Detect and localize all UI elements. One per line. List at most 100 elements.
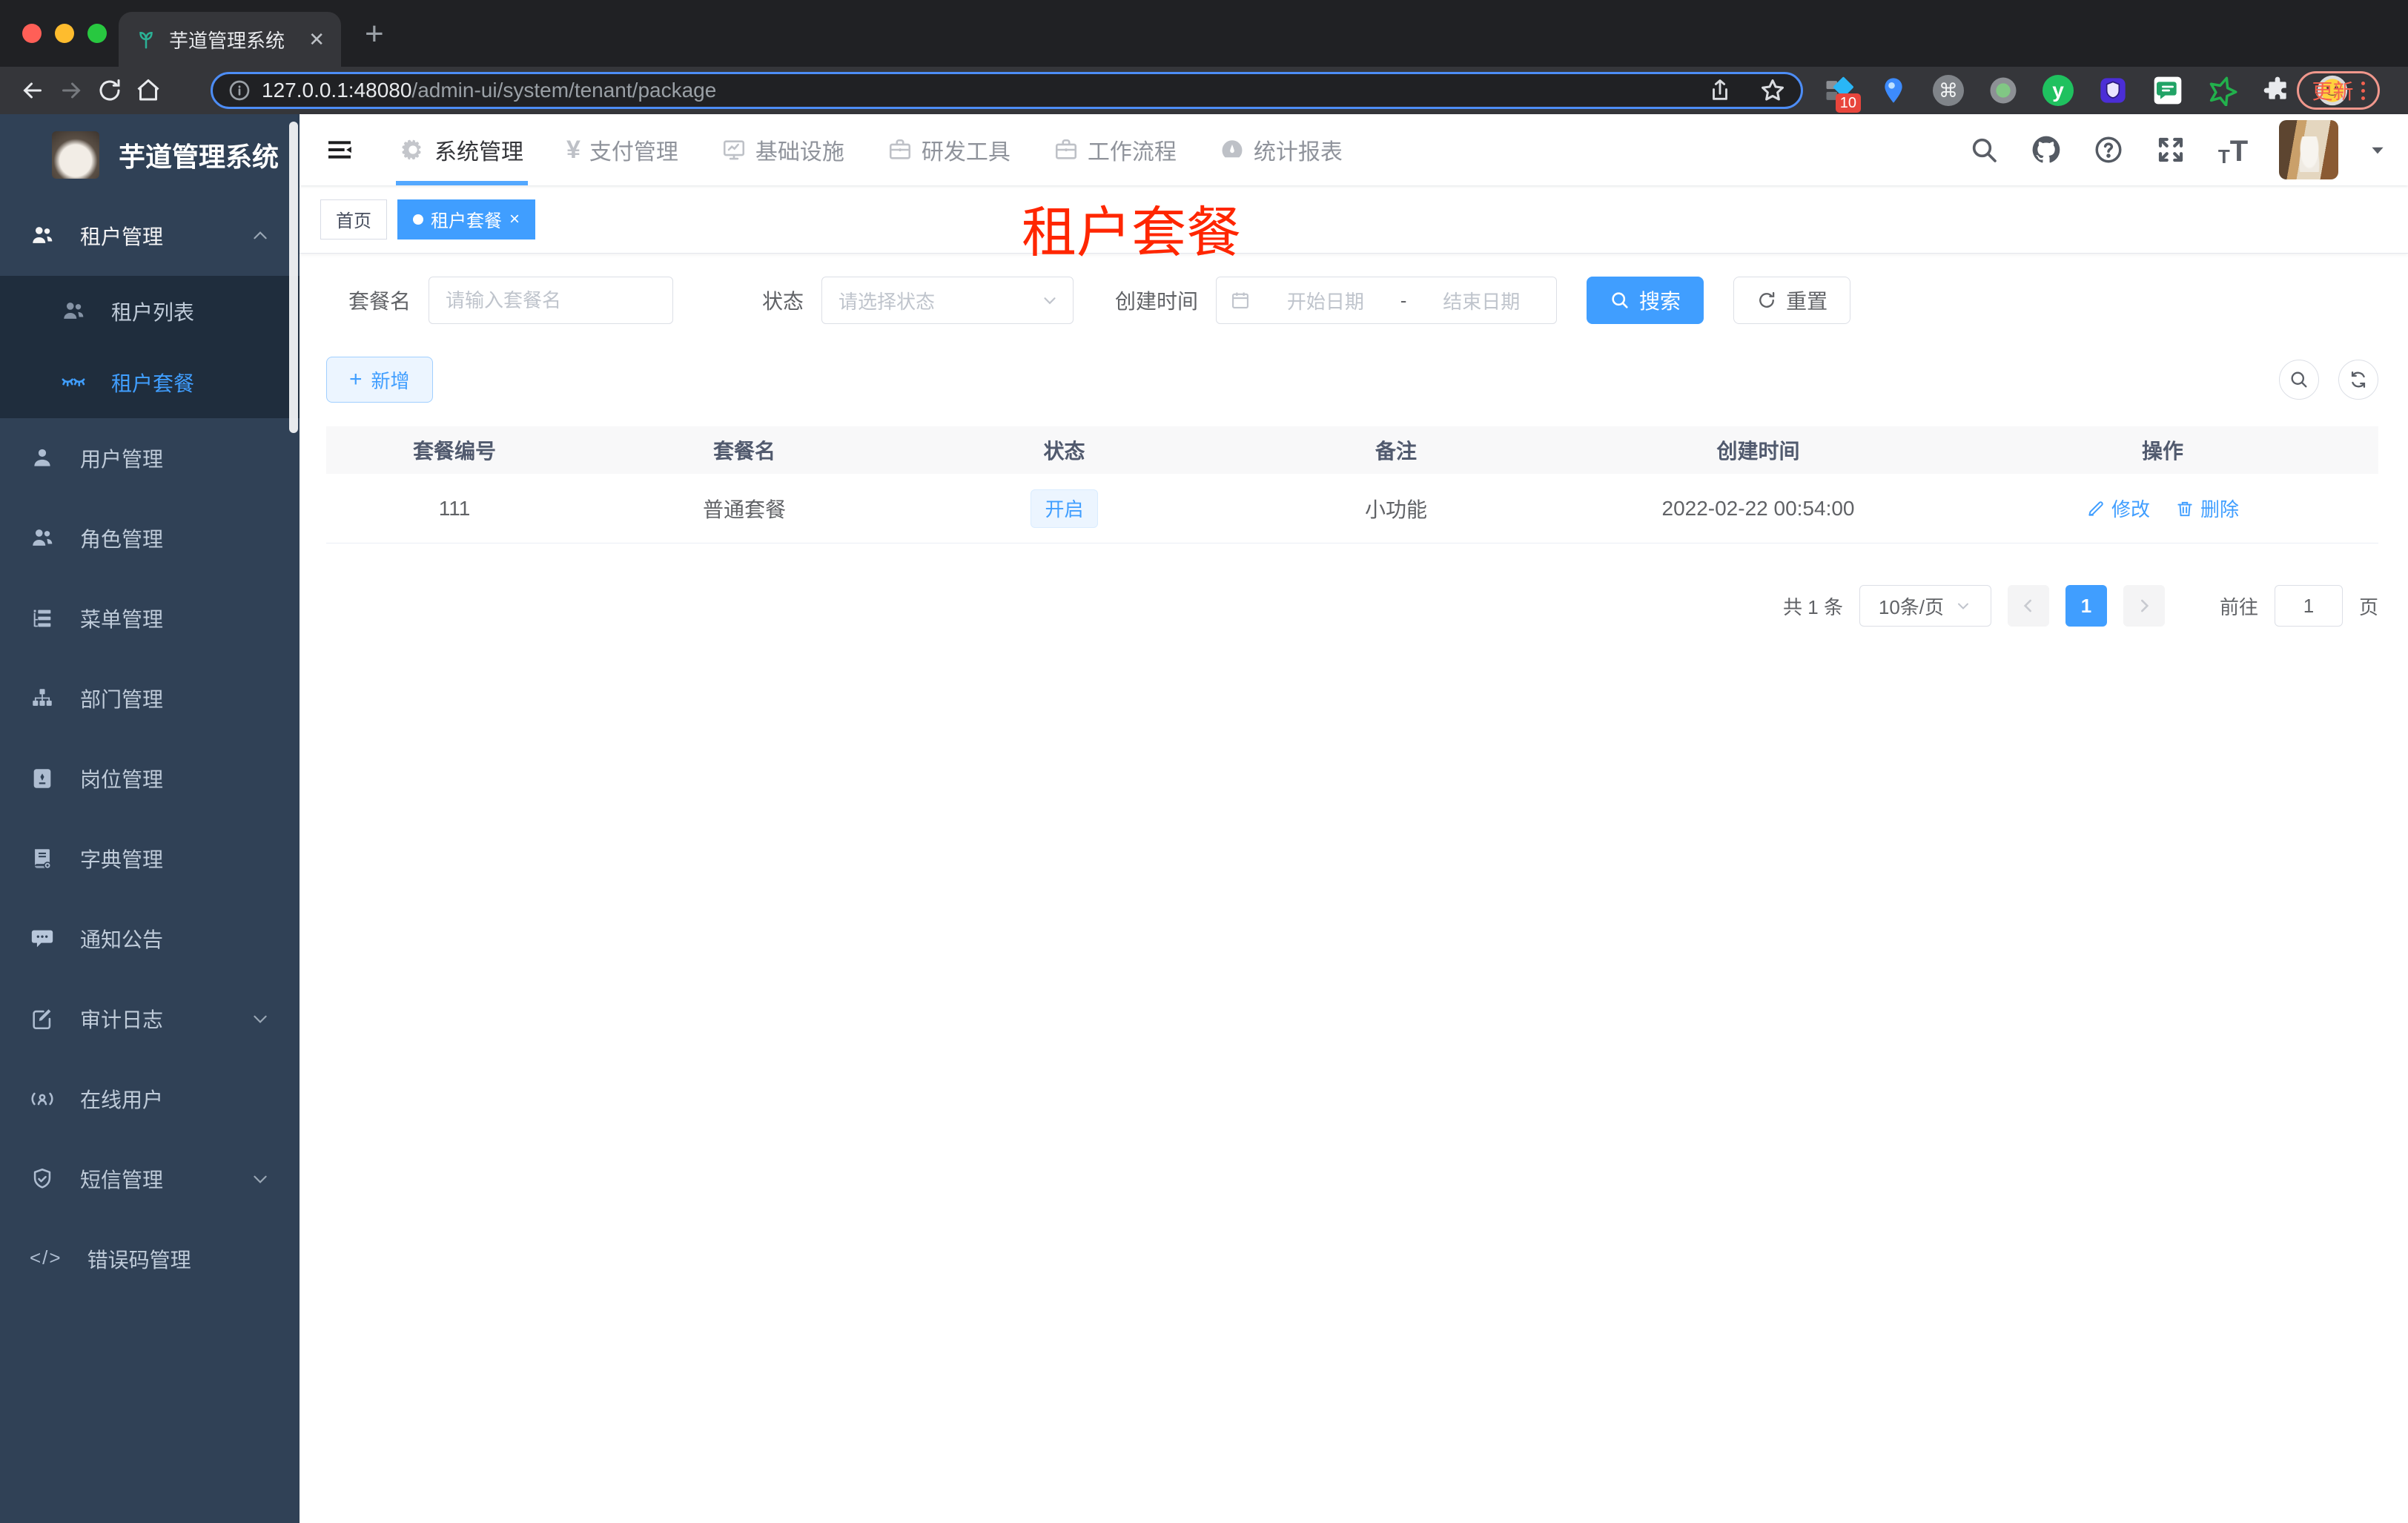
github-icon[interactable] xyxy=(2030,133,2063,166)
address-bar[interactable]: 127.0.0.1:48080/admin-ui/system/tenant/p… xyxy=(211,72,1803,109)
help-icon[interactable] xyxy=(2092,133,2125,166)
table-header-row: 套餐编号 套餐名 状态 备注 创建时间 操作 xyxy=(326,426,2378,474)
edit-link-label: 修改 xyxy=(2111,498,2150,521)
goto-page-input[interactable] xyxy=(2274,585,2343,627)
chevron-down-icon xyxy=(254,1015,267,1023)
extension-purple-shield-icon[interactable] xyxy=(2097,74,2129,107)
search-icon xyxy=(1612,292,1628,308)
nav-item-workflow[interactable]: 工作流程 xyxy=(1054,114,1177,185)
extension-green-star-icon[interactable] xyxy=(2206,74,2239,107)
back-button[interactable] xyxy=(13,71,52,110)
minimize-window-button[interactable] xyxy=(55,24,74,43)
url-host: 127.0.0.1:48080 xyxy=(262,79,412,102)
sidebar-item-tenant-package[interactable]: 租户套餐 xyxy=(0,347,300,418)
post-badge-icon xyxy=(33,769,51,788)
sidebar-item-online-users[interactable]: 在线用户 xyxy=(0,1059,300,1139)
page-size-select[interactable]: 10条/页 xyxy=(1859,585,1991,627)
sidebar-fold-icon[interactable] xyxy=(320,131,359,169)
sidebar-item-label: 字典管理 xyxy=(80,848,164,871)
nav-item-reports[interactable]: 统计报表 xyxy=(1220,114,1343,185)
nav-item-payment[interactable]: ¥ 支付管理 xyxy=(566,114,678,185)
sidebar-item-notice[interactable]: 通知公告 xyxy=(0,899,300,979)
close-window-button[interactable] xyxy=(22,24,42,43)
logo-rabbit-image xyxy=(52,131,99,179)
header-search-icon[interactable] xyxy=(1968,133,2000,166)
fullscreen-icon[interactable] xyxy=(2154,133,2187,166)
tag-label: 租户套餐 xyxy=(431,211,502,231)
status-select[interactable]: 请选择状态 xyxy=(821,277,1074,324)
delete-link[interactable]: 删除 xyxy=(2175,495,2239,522)
update-label: 更新 xyxy=(2312,80,2354,103)
extensions-row: 10 ⌘ y xyxy=(1822,71,2349,113)
nav-item-devtools[interactable]: 研发工具 xyxy=(887,114,1010,185)
zoom-window-button[interactable] xyxy=(87,24,107,43)
sidebar-scrollbar-thumb[interactable] xyxy=(289,122,298,433)
extension-y-icon[interactable]: y xyxy=(2042,74,2074,107)
sidebar-item-tenant-mgmt[interactable]: 租户管理 xyxy=(0,196,300,276)
add-button[interactable]: + 新增 xyxy=(326,357,433,403)
toolbox-icon xyxy=(1055,139,1076,159)
current-page-button[interactable]: 1 xyxy=(2065,585,2107,627)
sidebar-item-label: 租户套餐 xyxy=(111,372,195,395)
sidebar-item-dept-mgmt[interactable]: 部门管理 xyxy=(0,658,300,739)
sidebar-item-role-mgmt[interactable]: 角色管理 xyxy=(0,498,300,578)
prev-page-button[interactable] xyxy=(2007,585,2049,627)
sidebar-item-error-code[interactable]: </> 错误码管理 xyxy=(0,1219,300,1299)
browser-menu-icon[interactable] xyxy=(2361,81,2365,100)
home-button[interactable] xyxy=(129,71,168,110)
cell-create-time: 2022-02-22 00:54:00 xyxy=(1661,496,1855,520)
nav-item-infra[interactable]: 基础设施 xyxy=(721,114,844,185)
sidebar-item-label: 审计日志 xyxy=(80,1008,164,1031)
refresh-table-button[interactable] xyxy=(2338,360,2378,400)
next-page-button[interactable] xyxy=(2123,585,2165,627)
refresh-icon xyxy=(1759,291,1775,308)
app-header: 系统管理 ¥ 支付管理 基础设施 研发工具 工作流程 统计报表 T T xyxy=(300,114,2408,185)
cell-package-id: 111 xyxy=(438,496,471,520)
sidebar-item-tenant-list[interactable]: 租户列表 xyxy=(0,276,300,347)
tab-close-icon[interactable]: ✕ xyxy=(308,28,325,51)
new-tab-button[interactable]: + xyxy=(365,18,384,50)
favicon-plant-icon xyxy=(135,28,157,50)
extension-green-chat-icon[interactable] xyxy=(2151,74,2184,107)
extension-gray-green-circle-icon[interactable] xyxy=(1987,74,2020,107)
sidebar-item-dict-mgmt[interactable]: 字典管理 xyxy=(0,819,300,899)
edit-link[interactable]: 修改 xyxy=(2086,495,2150,522)
package-name-label: 套餐名 xyxy=(348,290,411,313)
extension-blue-diamond-icon[interactable]: 10 xyxy=(1822,74,1861,113)
caret-down-icon[interactable] xyxy=(2368,140,2387,159)
toggle-search-button[interactable] xyxy=(2279,360,2319,400)
user-avatar[interactable] xyxy=(2279,120,2338,179)
sidebar-item-sms-mgmt[interactable]: 短信管理 xyxy=(0,1139,300,1219)
sidebar-logo[interactable]: 芋道管理系统 xyxy=(0,114,300,196)
share-icon[interactable] xyxy=(1707,78,1733,103)
extension-pin-icon[interactable] xyxy=(1877,74,1910,107)
bookmark-star-icon[interactable] xyxy=(1759,77,1786,104)
font-size-icon[interactable]: TT xyxy=(2217,133,2249,166)
tag-home[interactable]: 首页 xyxy=(320,199,387,239)
url-text[interactable]: 127.0.0.1:48080/admin-ui/system/tenant/p… xyxy=(262,79,1707,102)
extension-command-icon[interactable]: ⌘ xyxy=(1932,74,1965,107)
forward-button[interactable] xyxy=(52,71,90,110)
nav-item-system[interactable]: 系统管理 xyxy=(396,114,528,185)
pagination: 共 1 条 10条/页 1 前往 页 xyxy=(326,585,2378,627)
search-button[interactable]: 搜索 xyxy=(1587,277,1704,324)
sidebar-item-user-mgmt[interactable]: 用户管理 xyxy=(0,418,300,498)
reset-button[interactable]: 重置 xyxy=(1733,277,1851,324)
sidebar-item-audit-log[interactable]: 审计日志 xyxy=(0,979,300,1059)
table-row: 111 普通套餐 开启 小功能 2022-02-22 00:54:00 修改 删… xyxy=(326,474,2378,544)
browser-tab[interactable]: 芋道管理系统 ✕ xyxy=(119,12,341,67)
page-unit-label: 页 xyxy=(2358,595,2378,618)
package-name-input[interactable] xyxy=(429,277,674,324)
create-time-label: 创建时间 xyxy=(1115,290,1199,313)
date-range-picker[interactable]: 开始日期 - 结束日期 xyxy=(1216,277,1558,324)
tag-tenant-package[interactable]: 租户套餐 × xyxy=(397,199,536,239)
browser-toolbar: 127.0.0.1:48080/admin-ui/system/tenant/p… xyxy=(0,67,2408,114)
tag-close-icon[interactable]: × xyxy=(509,210,520,228)
reload-button[interactable] xyxy=(90,71,129,110)
site-info-icon[interactable] xyxy=(228,79,251,102)
extensions-puzzle-icon[interactable] xyxy=(2261,74,2294,107)
cell-status: 开启 xyxy=(906,489,1223,528)
browser-update-button[interactable]: 更新 xyxy=(2297,71,2380,110)
sidebar-item-post-mgmt[interactable]: 岗位管理 xyxy=(0,739,300,819)
sidebar-item-menu-mgmt[interactable]: 菜单管理 xyxy=(0,578,300,658)
